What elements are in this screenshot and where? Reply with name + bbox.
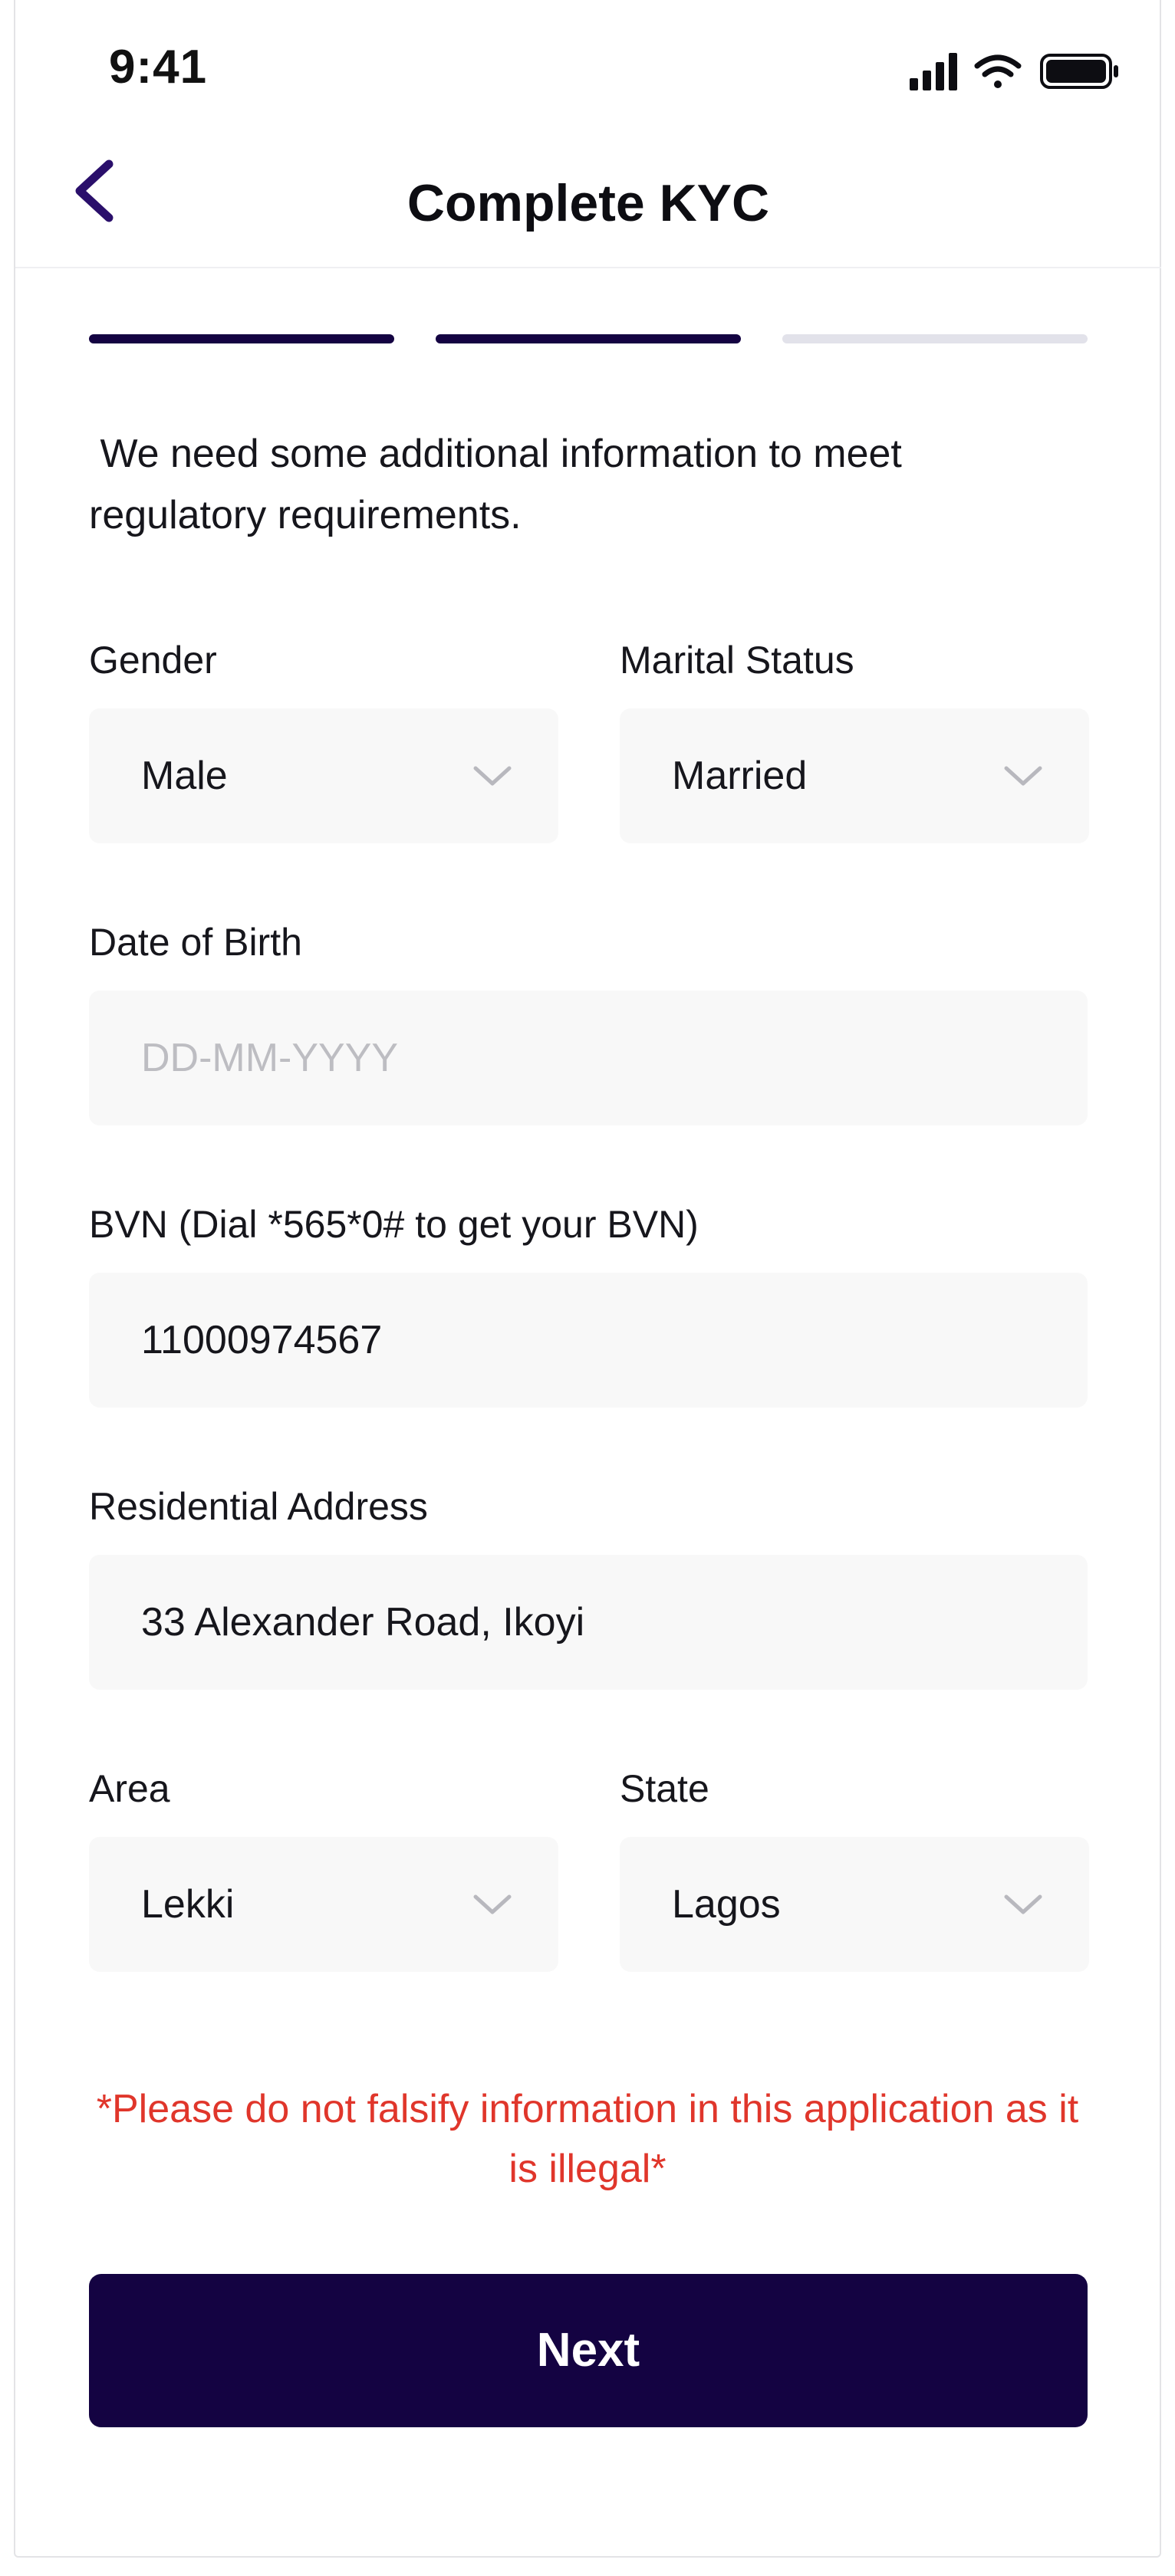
progress-step-1 [89, 334, 394, 343]
area-select[interactable]: Lekki [89, 1837, 558, 1972]
state-label: State [620, 1767, 709, 1810]
marital-status-value: Married [672, 754, 808, 798]
bvn-input[interactable]: 11000974567 [89, 1273, 1088, 1408]
step-progress [89, 334, 1088, 345]
bvn-value: 11000974567 [141, 1318, 383, 1362]
dob-placeholder: DD-MM-YYYY [141, 1036, 399, 1080]
address-input[interactable]: 33 Alexander Road, Ikoyi [89, 1555, 1088, 1690]
gender-label: Gender [89, 639, 217, 682]
chevron-down-icon [473, 766, 512, 786]
marital-status-label: Marital Status [620, 639, 854, 682]
next-button[interactable]: Next [89, 2274, 1088, 2427]
address-value: 33 Alexander Road, Ikoyi [141, 1600, 585, 1644]
status-icons [910, 51, 1124, 92]
intro-text: We need some additional information to m… [89, 432, 902, 537]
progress-step-2 [436, 334, 741, 343]
dob-label: Date of Birth [89, 921, 302, 964]
header: Complete KYC [15, 123, 1161, 268]
battery-icon [1040, 54, 1118, 89]
marital-status-select[interactable]: Married [620, 708, 1089, 843]
chevron-down-icon [1004, 1894, 1042, 1914]
page-title: Complete KYC [406, 174, 770, 232]
falsify-warning: *Please do not falsify information in th… [96, 2087, 1079, 2191]
gender-select[interactable]: Male [89, 708, 558, 843]
bvn-label: BVN (Dial *565*0# to get your BVN) [89, 1203, 699, 1246]
chevron-down-icon [473, 1894, 512, 1914]
dob-input[interactable]: DD-MM-YYYY [89, 991, 1088, 1125]
wifi-icon [974, 54, 1022, 88]
area-value: Lekki [141, 1882, 235, 1927]
chevron-down-icon [1004, 766, 1042, 786]
progress-step-3 [782, 334, 1088, 343]
signal-icon [910, 53, 957, 90]
area-label: Area [89, 1767, 170, 1810]
state-select[interactable]: Lagos [620, 1837, 1089, 1972]
gender-value: Male [141, 754, 228, 798]
state-value: Lagos [672, 1882, 781, 1927]
status-time: 9:41 [109, 41, 208, 94]
address-label: Residential Address [89, 1485, 428, 1528]
